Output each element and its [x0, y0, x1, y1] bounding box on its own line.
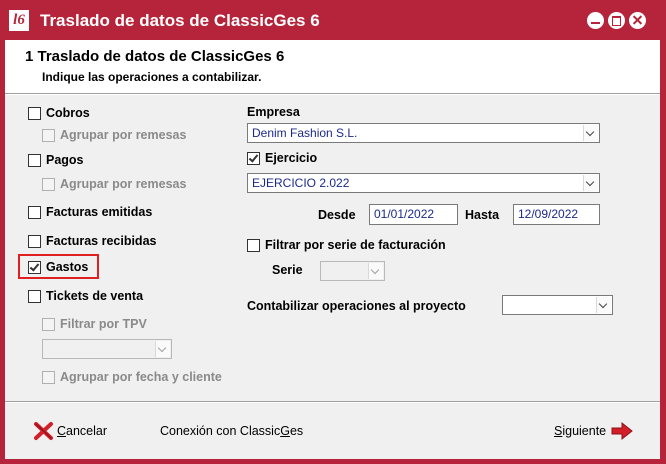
cobros-agrupar-checkbox[interactable]: Agrupar por remesas [42, 128, 186, 142]
checkbox-box[interactable] [28, 153, 41, 167]
checkbox-box-checked[interactable] [247, 151, 260, 165]
chevron-down-icon[interactable] [583, 175, 598, 191]
minimize-button[interactable] [587, 12, 604, 29]
filtrar-tpv-checkbox[interactable]: Filtrar por TPV [42, 317, 147, 331]
empresa-select-value: Denim Fashion S.L. [252, 126, 358, 140]
facturas-recibidas-label: Facturas recibidas [46, 234, 157, 248]
checkbox-box[interactable] [28, 289, 41, 303]
cancel-label: ancelar [66, 424, 108, 438]
header-divider [5, 93, 660, 95]
filtrar-serie-checkbox[interactable]: Filtrar por serie de facturación [247, 238, 446, 252]
dialog-body: 1 Traslado de datos de ClassicGes 6 Indi… [5, 40, 660, 459]
checkbox-box[interactable] [42, 177, 55, 191]
footer-divider [5, 401, 660, 403]
conexion-label-prefix: Conexión con Classic [160, 424, 281, 438]
filtrar-tpv-label: Filtrar por TPV [60, 317, 147, 331]
checkbox-box[interactable] [42, 128, 55, 142]
facturas-emitidas-checkbox[interactable]: Facturas emitidas [28, 205, 152, 219]
conexion-mnemonic: G [280, 424, 290, 438]
dialog-window: l6 Traslado de datos de ClassicGes 6 1 T… [0, 0, 666, 464]
step-title: 1 Traslado de datos de ClassicGes 6 [25, 48, 285, 65]
tickets-venta-checkbox[interactable]: Tickets de venta [28, 289, 143, 303]
pagos-label: Pagos [46, 153, 84, 167]
filtrar-serie-label: Filtrar por serie de facturación [265, 238, 446, 252]
cobros-agrupar-label: Agrupar por remesas [60, 128, 187, 142]
ejercicio-select-value: EJERCICIO 2.022 [252, 176, 350, 190]
chevron-down-icon[interactable] [155, 341, 170, 357]
hasta-label: Hasta [465, 208, 500, 222]
conexion-classicges-button[interactable]: Conexión con Classic Ges [160, 424, 303, 438]
checkbox-box[interactable] [28, 234, 41, 248]
next-button[interactable]: Siguiente [554, 421, 634, 441]
agrupar-fecha-cliente-checkbox[interactable]: Agrupar por fecha y cliente [42, 370, 222, 384]
next-label: iguiente [562, 424, 607, 438]
conexion-label-suffix: es [289, 424, 304, 438]
pagos-agrupar-label: Agrupar por remesas [60, 177, 187, 191]
checkbox-box[interactable] [42, 370, 55, 384]
ejercicio-select[interactable]: EJERCICIO 2.022 [247, 173, 600, 193]
hasta-date-field[interactable]: 12/09/2022 [513, 204, 600, 225]
title-bar[interactable]: l6 Traslado de datos de ClassicGes 6 [0, 0, 666, 40]
serie-label: Serie [272, 263, 303, 277]
serie-select[interactable] [320, 261, 385, 281]
desde-date-field[interactable]: 01/01/2022 [369, 204, 458, 225]
empresa-select[interactable]: Denim Fashion S.L. [247, 123, 600, 143]
ejercicio-label: Ejercicio [265, 151, 318, 165]
wizard-header: 1 Traslado de datos de ClassicGes 6 Indi… [5, 40, 660, 93]
proyecto-select[interactable] [502, 295, 613, 315]
cobros-checkbox[interactable]: Cobros [28, 106, 90, 120]
chevron-down-icon[interactable] [583, 125, 598, 141]
checkbox-box[interactable] [28, 106, 41, 120]
tpv-select[interactable] [42, 339, 172, 359]
proyecto-label: Contabilizar operaciones al proyecto [247, 299, 466, 313]
red-x-icon [34, 422, 53, 440]
checkbox-box[interactable] [247, 238, 260, 252]
pagos-agrupar-checkbox[interactable]: Agrupar por remesas [42, 177, 186, 191]
app-logo-icon: l6 [9, 10, 29, 31]
agrupar-fecha-cliente-label: Agrupar por fecha y cliente [60, 370, 222, 384]
gastos-checkbox[interactable]: Gastos [28, 260, 88, 274]
checkbox-box-checked[interactable] [28, 260, 41, 274]
empresa-label: Empresa [247, 105, 300, 119]
facturas-emitidas-label: Facturas emitidas [46, 205, 153, 219]
ejercicio-checkbox[interactable]: Ejercicio [247, 151, 317, 165]
step-subtitle: Indique las operaciones a contabilizar. [42, 70, 262, 84]
close-button[interactable] [629, 12, 646, 29]
facturas-recibidas-checkbox[interactable]: Facturas recibidas [28, 234, 156, 248]
red-arrow-right-icon [611, 421, 633, 441]
window-title: Traslado de datos de ClassicGes 6 [40, 11, 320, 30]
chevron-down-icon[interactable] [596, 297, 611, 313]
cancel-mnemonic: C [57, 424, 67, 438]
pagos-checkbox[interactable]: Pagos [28, 153, 84, 167]
tickets-venta-label: Tickets de venta [46, 289, 144, 303]
cobros-label: Cobros [46, 106, 90, 120]
next-mnemonic: S [554, 424, 563, 438]
checkbox-box[interactable] [28, 205, 41, 219]
desde-label: Desde [318, 208, 356, 222]
gastos-label: Gastos [46, 260, 89, 274]
maximize-button[interactable] [608, 12, 625, 29]
chevron-down-icon[interactable] [368, 263, 383, 279]
checkbox-box[interactable] [42, 317, 55, 331]
cancel-button[interactable]: Cancelar [33, 421, 107, 441]
